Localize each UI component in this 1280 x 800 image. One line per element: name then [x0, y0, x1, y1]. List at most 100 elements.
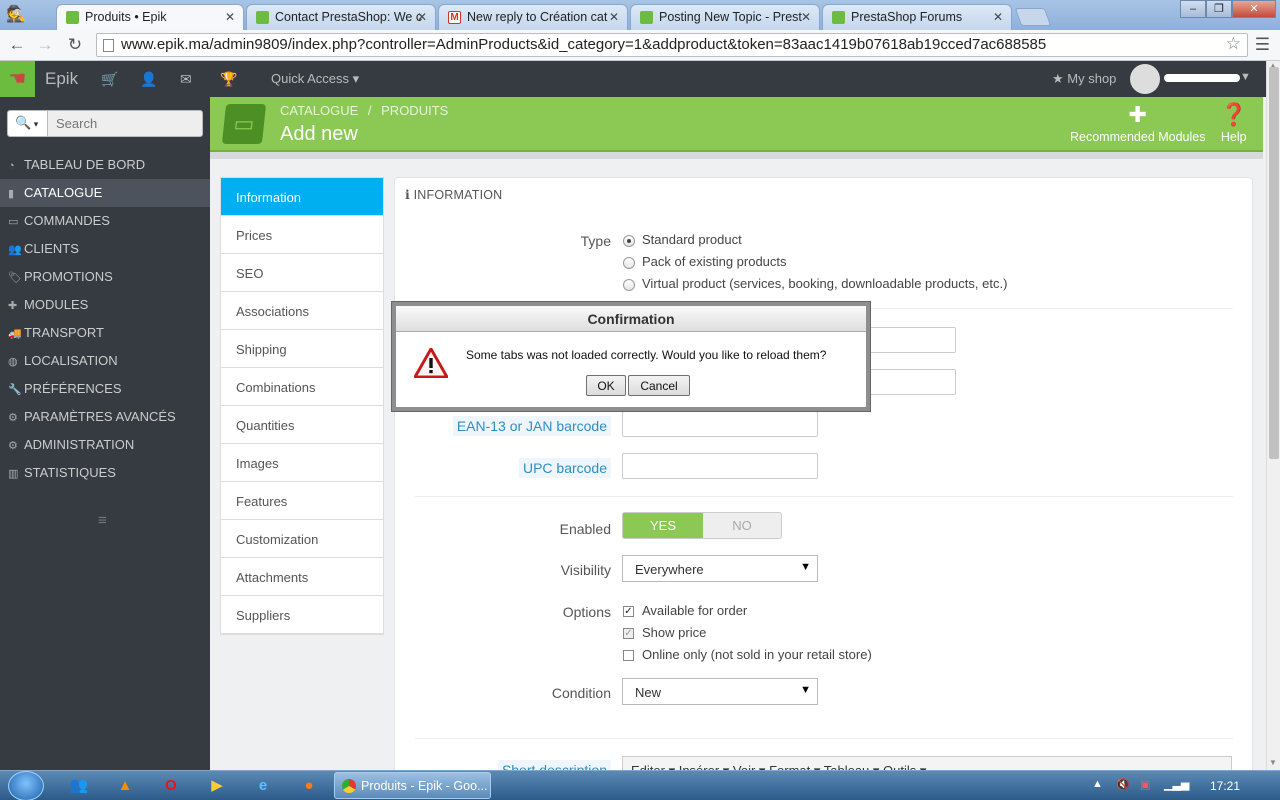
tab-associations[interactable]: Associations	[221, 292, 383, 330]
trophy-icon[interactable]: 🏆	[220, 71, 237, 88]
online-only-checkbox[interactable]	[623, 650, 634, 661]
upc-input[interactable]	[622, 453, 818, 479]
sidebar-item-clients[interactable]: 👥 CLIENTS	[0, 235, 210, 263]
tab-prices[interactable]: Prices	[221, 216, 383, 254]
type-label: Type	[580, 233, 611, 249]
start-button[interactable]	[8, 771, 44, 800]
avatar[interactable]	[1130, 64, 1160, 94]
prestashop-logo-icon[interactable]: ☚	[0, 61, 35, 97]
tray-expand-icon[interactable]: ▲	[1092, 778, 1103, 790]
sidebar-item-commandes[interactable]: ▭ COMMANDES	[0, 207, 210, 235]
enabled-yes[interactable]: YES	[623, 513, 703, 538]
tab-features[interactable]: Features	[221, 482, 383, 520]
signal-icon[interactable]: ▁▃▅	[1164, 778, 1189, 791]
menu-icon[interactable]: ☰	[1255, 35, 1270, 55]
back-button[interactable]: ←	[6, 34, 28, 56]
close-icon[interactable]: ✕	[993, 10, 1003, 24]
close-icon[interactable]: ✕	[801, 10, 811, 24]
visibility-select[interactable]: Everywhere ▼	[622, 555, 818, 582]
cart-icon[interactable]: 🛒	[101, 71, 118, 88]
sidebar-item-transport[interactable]: 🚚 TRANSPORT	[0, 319, 210, 347]
user-icon[interactable]: 👤	[140, 71, 157, 88]
envelope-icon[interactable]: ✉	[180, 71, 192, 88]
tab-suppliers[interactable]: Suppliers	[221, 596, 383, 634]
bookmark-star-icon[interactable]: ☆	[1226, 34, 1241, 54]
radio-standard-product[interactable]	[623, 235, 635, 247]
show-price-checkbox[interactable]: ✓	[623, 628, 634, 639]
browser-tab-forums[interactable]: PrestaShop Forums ✕	[822, 4, 1012, 30]
sidebar-item-statistiques[interactable]: ▥ STATISTIQUES	[0, 459, 210, 487]
opera-icon[interactable]: O	[160, 775, 182, 797]
window-close-button[interactable]: ✕	[1232, 0, 1276, 18]
collapse-menu-icon[interactable]: ≡	[98, 512, 107, 529]
browser-tab-contact[interactable]: Contact PrestaShop: We c ✕	[246, 4, 436, 30]
scrollbar-thumb[interactable]	[1269, 67, 1279, 459]
sidebar-item-paramètres-avancés[interactable]: ⚙ PARAMÈTRES AVANCÉS	[0, 403, 210, 431]
new-tab-button[interactable]	[1014, 8, 1052, 26]
minimize-button[interactable]: –	[1180, 0, 1206, 18]
address-bar[interactable]: www.epik.ma/admin9809/index.php?controll…	[96, 33, 1248, 57]
network-error-icon[interactable]: ▣	[1140, 778, 1150, 791]
sidebar-item-promotions[interactable]: 🏷 PROMOTIONS	[0, 263, 210, 291]
tab-shipping[interactable]: Shipping	[221, 330, 383, 368]
sidebar-item-modules[interactable]: ✚ MODULES	[0, 291, 210, 319]
sidebar-item-administration[interactable]: ⚙ ADMINISTRATION	[0, 431, 210, 459]
quick-access-menu[interactable]: Quick Access ▾	[271, 71, 359, 87]
forward-button[interactable]: →	[34, 34, 56, 56]
enabled-no[interactable]: NO	[703, 513, 781, 538]
condition-select[interactable]: New ▼	[622, 678, 818, 705]
tab-attachments[interactable]: Attachments	[221, 558, 383, 596]
scroll-down-arrow-icon[interactable]: ▼	[1269, 758, 1277, 767]
maximize-button[interactable]: ❐	[1206, 0, 1232, 18]
user-name-redacted[interactable]	[1164, 74, 1240, 82]
sidebar-item-préférences[interactable]: 🔧 PRÉFÉRENCES	[0, 375, 210, 403]
tab-information[interactable]: Information	[221, 178, 383, 216]
close-icon[interactable]: ✕	[225, 10, 235, 24]
close-icon[interactable]: ✕	[609, 10, 619, 24]
users-app-icon[interactable]: 👥	[68, 775, 90, 797]
clock[interactable]: 17:21	[1210, 779, 1240, 793]
media-player-icon[interactable]: ▶	[206, 775, 228, 797]
browser-tab-bar: 🕵 Produits • Epik ✕ Contact PrestaShop: …	[0, 0, 1280, 31]
puzzle-icon: ✚	[1128, 102, 1147, 127]
sidebar-item-catalogue[interactable]: ▮ CATALOGUE	[0, 179, 210, 207]
close-icon[interactable]: ✕	[417, 10, 427, 24]
tab-title: Contact PrestaShop: We c	[275, 10, 423, 24]
tab-images[interactable]: Images	[221, 444, 383, 482]
breadcrumb: CATALOGUE / PRODUITS	[280, 103, 448, 118]
page-scrollbar[interactable]: ▲ ▼	[1266, 61, 1280, 770]
help-button[interactable]: ❓ Help	[1220, 102, 1247, 144]
radio-pack-product[interactable]	[623, 257, 635, 269]
firefox-icon[interactable]: ●	[298, 775, 320, 797]
reload-button[interactable]: ↻	[64, 34, 86, 56]
taskbar-chrome-window[interactable]: Produits - Epik - Goo...	[334, 772, 491, 799]
shop-brand[interactable]: Epik	[45, 69, 78, 89]
enabled-toggle[interactable]: YES NO	[622, 512, 782, 539]
ean-input[interactable]	[622, 411, 818, 437]
browser-tab-gmail[interactable]: M New reply to Création cat ✕	[438, 4, 628, 30]
breadcrumb-catalogue[interactable]: CATALOGUE	[280, 103, 358, 118]
tab-customization[interactable]: Customization	[221, 520, 383, 558]
main-content: Information Prices SEO Associations Shipping…	[210, 159, 1263, 770]
chevron-down-icon[interactable]: ▼	[1240, 71, 1251, 83]
vlc-icon[interactable]: ▲	[114, 775, 136, 797]
search-input[interactable]	[50, 113, 198, 134]
volume-muted-icon[interactable]: 🔇	[1116, 778, 1130, 791]
tab-quantities[interactable]: Quantities	[221, 406, 383, 444]
search-type-button[interactable]: 🔍 ▾	[8, 111, 48, 136]
recommended-modules-button[interactable]: ✚ Recommended Modules	[1070, 102, 1206, 144]
internet-explorer-icon[interactable]: e	[252, 775, 274, 797]
sidebar-item-localisation[interactable]: ◍ LOCALISATION	[0, 347, 210, 375]
tab-seo[interactable]: SEO	[221, 254, 383, 292]
tab-combinations[interactable]: Combinations	[221, 368, 383, 406]
cancel-button[interactable]: Cancel	[628, 375, 690, 396]
my-shop-link[interactable]: ★ My shop	[1052, 71, 1116, 87]
breadcrumb-produits[interactable]: PRODUITS	[381, 103, 448, 118]
editor-menubar[interactable]: Editer ▾ Insérer ▾ Voir ▾ Format ▾ Table…	[622, 756, 1232, 770]
ok-button[interactable]: OK	[586, 375, 626, 396]
browser-tab-produits[interactable]: Produits • Epik ✕	[56, 4, 244, 31]
available-for-order-checkbox[interactable]: ✓	[623, 606, 634, 617]
sidebar-item-tableau-de-bord[interactable]: ◔ TABLEAU DE BORD	[0, 151, 210, 179]
radio-virtual-product[interactable]	[623, 279, 635, 291]
browser-tab-posting[interactable]: Posting New Topic - Prest ✕	[630, 4, 820, 30]
